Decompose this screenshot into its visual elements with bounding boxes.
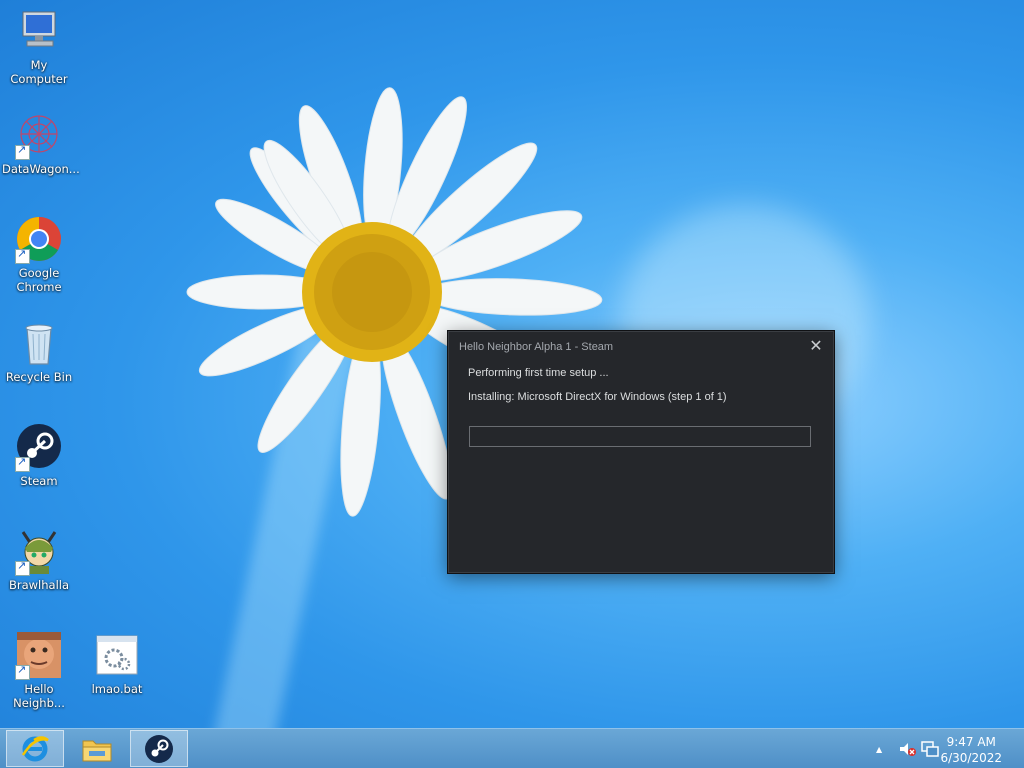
desktop-icon-label: lmao.bat — [91, 682, 143, 696]
brawlhalla-icon — [15, 528, 63, 576]
shortcut-arrow-icon — [15, 663, 30, 680]
steam-icon — [145, 734, 173, 763]
network-icon[interactable] — [921, 729, 939, 768]
chrome-icon — [15, 216, 63, 264]
batch-file-icon — [93, 632, 141, 680]
shortcut-arrow-icon — [15, 559, 30, 576]
desktop-icon-label: Brawlhalla — [8, 578, 70, 592]
recycle-bin-icon — [15, 320, 63, 368]
desktop-icon-my-computer[interactable]: My Computer — [0, 8, 78, 86]
desktop-icon-hello-neighbor[interactable]: Hello Neighb... — [0, 632, 78, 710]
taskbar-steam-button[interactable] — [130, 730, 188, 767]
desktop-icon-recycle-bin[interactable]: Recycle Bin — [0, 320, 78, 384]
volume-muted-icon[interactable] — [898, 729, 916, 768]
desktop-icon-label: DataWagon... — [2, 162, 80, 176]
computer-icon — [15, 8, 63, 56]
desktop-icon-google-chrome[interactable]: Google Chrome — [0, 216, 78, 294]
clock-date: 6/30/2022 — [940, 751, 1002, 765]
desktop-icon-label: My Computer — [10, 58, 68, 86]
steam-icon — [15, 424, 63, 472]
clock-time: 9:47 AM — [946, 735, 996, 749]
internet-explorer-icon — [21, 735, 49, 761]
desktop-icon-datawagon[interactable]: DataWagon... — [0, 112, 80, 176]
desktop-icon-label: Recycle Bin — [5, 370, 73, 384]
folder-icon — [82, 740, 112, 761]
desktop-icon-label: Hello Neighb... — [13, 682, 65, 710]
desktop-icon-label: Google Chrome — [16, 266, 62, 294]
close-icon[interactable]: ✕ — [807, 337, 825, 355]
desktop-icon-steam[interactable]: Steam — [0, 424, 78, 488]
shortcut-arrow-icon — [15, 143, 30, 160]
desktop-background: My Computer DataWagon... Google Chrome R… — [0, 0, 1024, 728]
dialog-title: Hello Neighbor Alpha 1 - Steam — [459, 341, 614, 353]
install-progress-bar — [469, 426, 811, 447]
desktop-icon-label: Steam — [20, 474, 58, 488]
taskbar-internet-explorer-button[interactable] — [6, 730, 64, 767]
taskbar-file-explorer-button[interactable] — [68, 730, 126, 767]
shortcut-arrow-icon — [15, 247, 30, 264]
desktop-icon-lmao-bat[interactable]: lmao.bat — [78, 632, 156, 696]
hello-neighbor-icon — [15, 632, 63, 680]
dialog-status-text: Performing first time setup ... — [468, 367, 609, 379]
dialog-detail-text: Installing: Microsoft DirectX for Window… — [468, 391, 727, 403]
desktop-icon-brawlhalla[interactable]: Brawlhalla — [0, 528, 78, 592]
datawagon-icon — [15, 112, 63, 160]
steam-setup-dialog: Hello Neighbor Alpha 1 - Steam ✕ Perform… — [448, 331, 834, 573]
shortcut-arrow-icon — [15, 455, 30, 472]
system-clock[interactable]: 9:47 AM 6/30/2022 — [940, 734, 1002, 766]
show-hidden-icons-button[interactable]: ▲ — [876, 729, 882, 768]
taskbar: ▲ 9:47 AM 6/30/2022 — [0, 728, 1024, 768]
